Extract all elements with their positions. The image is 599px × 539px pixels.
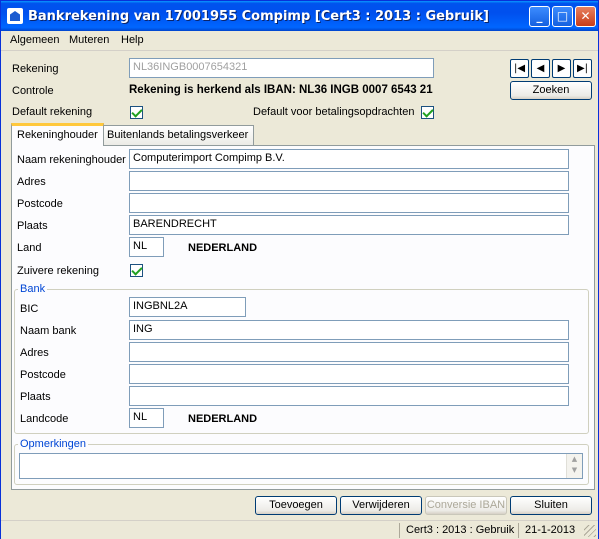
bic-label: BIC bbox=[20, 303, 39, 315]
landcode-field[interactable]: NL bbox=[129, 408, 164, 428]
adres-label: Adres bbox=[17, 176, 46, 188]
naam-bank-label: Naam bank bbox=[20, 325, 77, 337]
zoeken-button[interactable]: Zoeken bbox=[510, 81, 592, 100]
bank-plaats-label: Plaats bbox=[20, 391, 51, 403]
rekening-label: Rekening bbox=[12, 63, 59, 75]
controle-value: Rekening is herkend als IBAN: NL36 INGB … bbox=[129, 84, 433, 96]
controle-label: Controle bbox=[12, 85, 54, 97]
status-context: Cert3 : 2013 : Gebruik bbox=[399, 523, 517, 538]
minimize-button[interactable]: _ bbox=[529, 6, 550, 27]
land-name: NEDERLAND bbox=[188, 242, 258, 254]
plaats-field[interactable]: BARENDRECHT bbox=[129, 215, 569, 235]
postcode-field[interactable] bbox=[129, 193, 569, 213]
plaats-label: Plaats bbox=[17, 220, 48, 232]
menu-muteren[interactable]: Muteren bbox=[69, 34, 109, 46]
bank-adres-field[interactable] bbox=[129, 342, 569, 362]
window-title: Bankrekening van 17001955 Compimp [Cert3… bbox=[28, 9, 489, 24]
bank-plaats-field[interactable] bbox=[129, 386, 569, 406]
land-code-field[interactable]: NL bbox=[129, 237, 164, 257]
tab-buitenlands-betalingsverkeer[interactable]: Buitenlands betalingsverkeer bbox=[101, 125, 255, 145]
sluiten-button[interactable]: Sluiten bbox=[510, 496, 592, 515]
title-bar[interactable]: Bankrekening van 17001955 Compimp [Cert3… bbox=[1, 1, 598, 31]
status-date: 21-1-2013 bbox=[518, 523, 580, 538]
toevoegen-button[interactable]: Toevoegen bbox=[255, 496, 337, 515]
default-rekening-label: Default rekening bbox=[12, 106, 93, 118]
naam-rekeninghouder-field[interactable]: Computerimport Compimp B.V. bbox=[129, 149, 569, 169]
land-label: Land bbox=[17, 242, 42, 254]
main-window: Bankrekening van 17001955 Compimp [Cert3… bbox=[0, 0, 599, 539]
opmerkingen-scrollbar[interactable]: ▲ ▼ bbox=[566, 454, 582, 478]
first-record-button[interactable]: |◀ bbox=[510, 59, 529, 78]
postcode-label: Postcode bbox=[17, 198, 63, 210]
zuivere-rekening-checkbox[interactable] bbox=[130, 264, 143, 277]
conversie-iban-button[interactable]: Conversie IBAN bbox=[425, 496, 507, 515]
previous-record-button[interactable]: ◀ bbox=[531, 59, 550, 78]
last-record-button[interactable]: ▶| bbox=[573, 59, 592, 78]
scroll-up-icon[interactable]: ▲ bbox=[569, 455, 580, 465]
default-rekening-checkbox[interactable] bbox=[130, 106, 143, 119]
resize-grip-icon[interactable] bbox=[584, 525, 596, 537]
naam-rekeninghouder-label: Naam rekeninghouder bbox=[17, 154, 126, 166]
verwijderen-button[interactable]: Verwijderen bbox=[340, 496, 422, 515]
menu-help[interactable]: Help bbox=[121, 34, 144, 46]
next-record-button[interactable]: ▶ bbox=[552, 59, 571, 78]
scroll-down-icon[interactable]: ▼ bbox=[569, 466, 580, 476]
zuivere-rekening-label: Zuivere rekening bbox=[17, 265, 99, 277]
landcode-name: NEDERLAND bbox=[188, 413, 258, 425]
opmerkingen-textarea[interactable]: ▲ ▼ bbox=[19, 453, 583, 479]
menu-bar: Algemeen Muteren Help bbox=[1, 31, 598, 51]
status-bar: Cert3 : 2013 : Gebruik 21-1-2013 bbox=[1, 520, 598, 539]
bic-field[interactable]: INGBNL2A bbox=[129, 297, 246, 317]
rekening-field[interactable]: NL36INGB0007654321 bbox=[129, 58, 434, 78]
opmerkingen-group-title: Opmerkingen bbox=[18, 438, 89, 450]
bank-group-title: Bank bbox=[18, 283, 48, 295]
landcode-label: Landcode bbox=[20, 413, 69, 425]
close-button[interactable]: ✕ bbox=[575, 6, 596, 27]
naam-bank-field[interactable]: ING bbox=[129, 320, 569, 340]
app-icon bbox=[7, 8, 23, 24]
menu-algemeen[interactable]: Algemeen bbox=[10, 34, 60, 46]
bank-adres-label: Adres bbox=[20, 347, 49, 359]
default-betaling-checkbox[interactable] bbox=[421, 106, 434, 119]
adres-field[interactable] bbox=[129, 171, 569, 191]
bank-postcode-label: Postcode bbox=[20, 369, 66, 381]
maximize-button[interactable]: □ bbox=[552, 6, 573, 27]
default-betaling-label: Default voor betalingsopdrachten bbox=[253, 106, 415, 118]
bank-postcode-field[interactable] bbox=[129, 364, 569, 384]
tab-rekeninghouder[interactable]: Rekeninghouder bbox=[11, 123, 104, 146]
